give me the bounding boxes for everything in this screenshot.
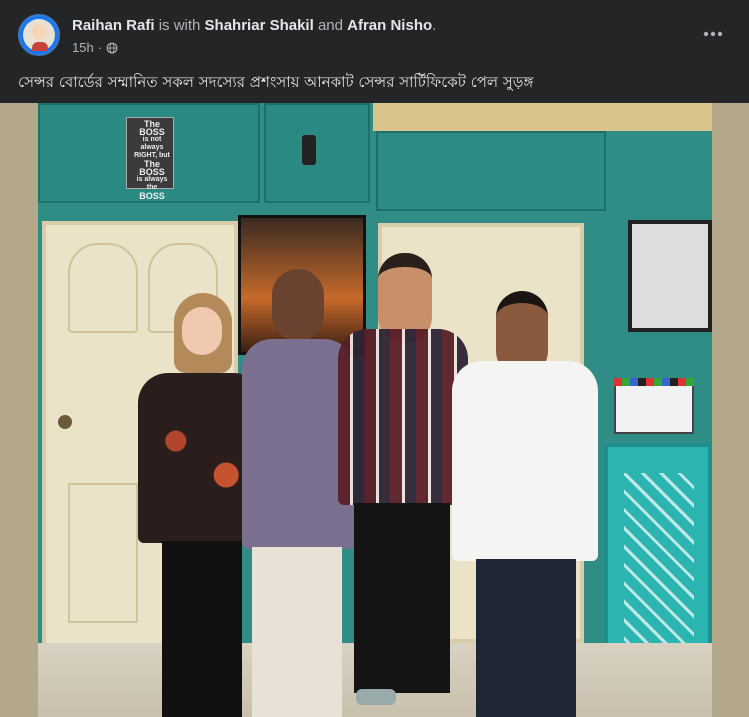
clapperboard — [614, 378, 694, 434]
post-photo[interactable]: The BOSS is not always RIGHT, but The BO… — [0, 103, 749, 717]
more-options-button[interactable] — [699, 20, 727, 48]
post-author-line: Raihan Rafi is with Shahriar Shakil and … — [72, 17, 436, 34]
framed-picture — [628, 220, 712, 332]
period: . — [432, 17, 437, 34]
tagged-person-2[interactable]: Afran Nisho — [347, 17, 432, 34]
post-meta: 15h · — [72, 40, 118, 55]
post-timestamp[interactable]: 15h — [72, 40, 94, 55]
post-message: সেন্সর বোর্ডের সম্মানিত সকল সদস্যের প্রশ… — [18, 73, 534, 91]
person-4 — [452, 291, 602, 717]
photo-scene: The BOSS is not always RIGHT, but The BO… — [38, 103, 712, 717]
globe-icon[interactable] — [106, 42, 118, 54]
more-horizontal-icon — [703, 31, 723, 37]
author-avatar[interactable] — [18, 14, 60, 56]
and-text: and — [317, 17, 343, 34]
wall-lamp — [302, 135, 316, 165]
with-text: is with — [158, 17, 201, 34]
post-header: Raihan Rafi is with Shahriar Shakil and … — [0, 0, 749, 62]
author-name[interactable]: Raihan Rafi — [72, 17, 155, 34]
wall-sign-text: The BOSS is not always RIGHT, but The BO… — [134, 119, 170, 201]
avatar-image — [23, 19, 55, 51]
tagged-person-1[interactable]: Shahriar Shakil — [205, 17, 314, 34]
meta-separator: · — [97, 40, 103, 55]
